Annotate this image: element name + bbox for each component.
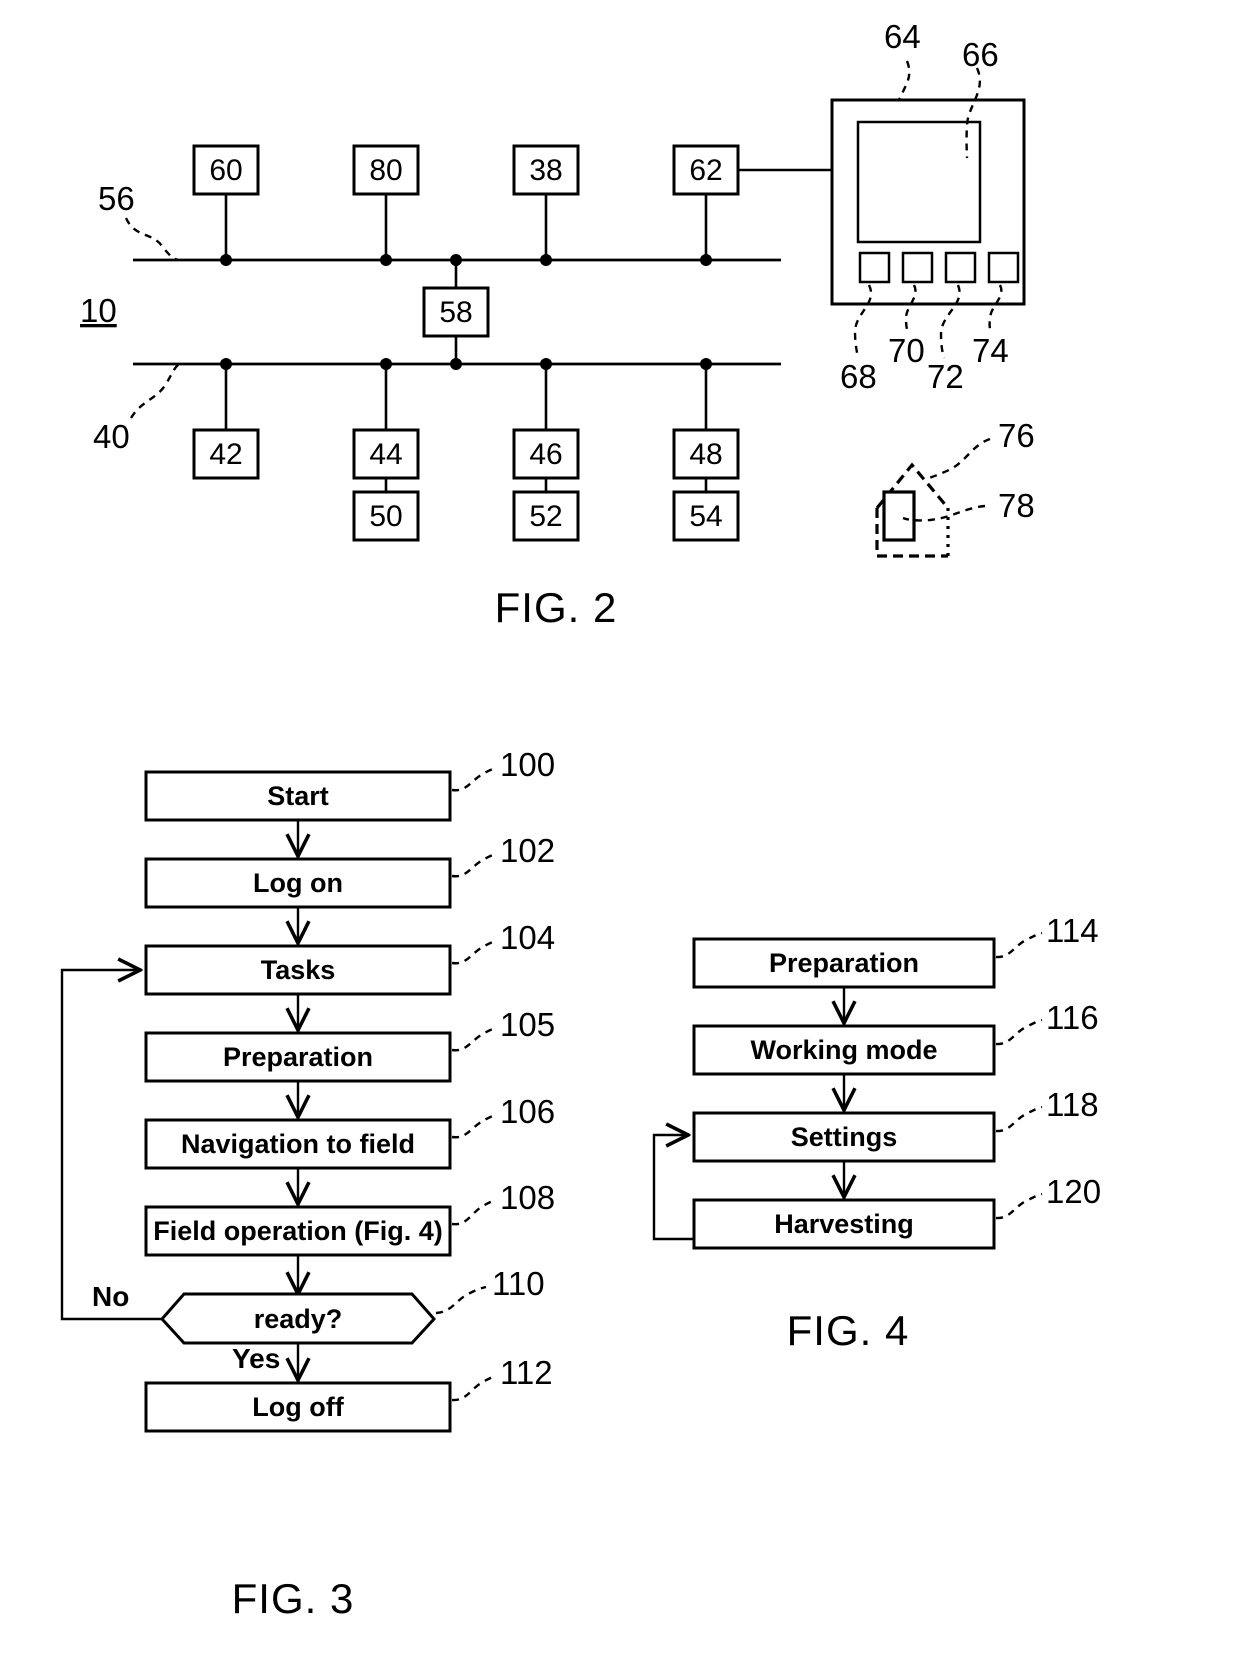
- fig3-branch-yes-label: Yes: [232, 1343, 280, 1374]
- fig3-ref-108: 108: [500, 1179, 555, 1216]
- fig2-node-42-label: 42: [209, 438, 242, 471]
- leader-110: [435, 1285, 487, 1315]
- fig2-system-ref: 10: [80, 292, 117, 329]
- fig4-ref-120: 120: [1046, 1173, 1101, 1210]
- fig3-step-start-label: Start: [267, 781, 329, 811]
- fig3-ref-100: 100: [500, 746, 555, 783]
- fig3-step-logoff-label: Log off: [252, 1392, 344, 1422]
- figure-3-caption: FIG. 3: [232, 1575, 355, 1622]
- figure-3-group: Start 100 Log on 102 Tasks 104 Preparati…: [60, 746, 555, 1622]
- leader-56: [124, 217, 179, 262]
- fig2-node-44: 44 50: [352, 358, 420, 542]
- fig2-node-52-label: 52: [529, 500, 562, 533]
- leader-108: [451, 1198, 497, 1226]
- fig2-terminal-ref: 64: [884, 18, 921, 55]
- figure-4-caption: FIG. 4: [787, 1307, 910, 1354]
- fig2-node-50-label: 50: [369, 500, 402, 533]
- fig3-branch-no-label: No: [92, 1281, 129, 1312]
- figure-2-caption: FIG. 2: [495, 584, 618, 631]
- leader-104: [451, 939, 497, 965]
- fig2-screen-ref: 66: [962, 36, 999, 73]
- fig4-ref-118: 118: [1046, 1086, 1099, 1123]
- figure-2-group: 60 80 38 62 58 42 44 50 46 52 48 54 56 4…: [80, 18, 1035, 631]
- leader-114: [995, 931, 1043, 959]
- leader-64: [897, 60, 911, 102]
- leader-100: [451, 766, 497, 792]
- fig4-step-settings-label: Settings: [791, 1122, 898, 1152]
- fig3-step-tasks-label: Tasks: [261, 955, 336, 985]
- fig2-button-72-ref: 72: [927, 358, 964, 395]
- fig3-ref-110: 110: [492, 1265, 545, 1302]
- fig2-node-60: 60: [192, 144, 260, 266]
- fig2-button-74-ref: 74: [972, 332, 1009, 369]
- fig2-node-38: 38: [512, 144, 580, 266]
- leader-102: [451, 852, 497, 878]
- fig2-node-38-label: 38: [529, 154, 562, 187]
- fig4-ref-116: 116: [1046, 999, 1099, 1036]
- fig4-step-workingmode-label: Working mode: [750, 1035, 937, 1065]
- fig3-step-fieldoperation-label: Field operation (Fig. 4): [153, 1216, 443, 1246]
- fig3-step-preparation-label: Preparation: [223, 1042, 373, 1072]
- fig2-button-70-ref: 70: [888, 332, 925, 369]
- fig2-node-62: 62: [672, 144, 832, 266]
- fig2-building-ref: 76: [998, 417, 1035, 454]
- fig2-node-60-label: 60: [209, 154, 242, 187]
- farm-door: [882, 490, 916, 542]
- terminal-button-74[interactable]: [987, 251, 1020, 284]
- fig2-node-42: 42: [192, 358, 260, 480]
- terminal-button-72[interactable]: [944, 251, 977, 284]
- fig3-ref-102: 102: [500, 832, 555, 869]
- patent-drawing-sheet: 60 80 38 62 58 42 44 50 46 52 48 54 56 4…: [0, 0, 1240, 1663]
- fig2-terminal-unit: [830, 98, 1026, 306]
- figure-4-group: Preparation 114 Working mode 116 Setting…: [652, 912, 1101, 1354]
- fig2-node-62-label: 62: [689, 154, 722, 187]
- fig3-ref-112: 112: [500, 1354, 553, 1391]
- terminal-button-70[interactable]: [901, 251, 934, 284]
- leader-76: [925, 437, 991, 481]
- fig2-node-80: 80: [352, 144, 420, 266]
- fig2-farm-building-icon: [875, 462, 950, 558]
- fig2-lower-bus-ref: 40: [93, 418, 130, 455]
- fig3-decision-ready-label: ready?: [254, 1304, 343, 1334]
- fig2-node-46-label: 46: [529, 438, 562, 471]
- leader-106: [451, 1113, 497, 1139]
- fig3-step-logon-label: Log on: [253, 868, 343, 898]
- fig2-upper-bus-ref: 56: [98, 180, 135, 217]
- leader-112: [451, 1374, 497, 1402]
- leader-116: [995, 1018, 1043, 1046]
- fig4-step-preparation-label: Preparation: [769, 948, 919, 978]
- fig2-node-80-label: 80: [369, 154, 402, 187]
- fig2-button-68-ref: 68: [840, 358, 877, 395]
- fig4-ref-114: 114: [1046, 912, 1099, 949]
- fig3-step-navigation-label: Navigation to field: [181, 1129, 415, 1159]
- fig3-ref-106: 106: [500, 1093, 555, 1130]
- terminal-button-68[interactable]: [858, 251, 891, 284]
- leader-118: [995, 1105, 1043, 1133]
- terminal-screen: [856, 120, 982, 244]
- fig2-gateway-58-label: 58: [439, 296, 472, 329]
- leader-120: [995, 1192, 1043, 1220]
- fig2-node-54-label: 54: [689, 500, 722, 533]
- fig3-ref-104: 104: [500, 919, 555, 956]
- fig3-ref-105: 105: [500, 1006, 555, 1043]
- fig2-node-46: 46 52: [512, 358, 580, 542]
- fig2-node-44-label: 44: [369, 438, 402, 471]
- fig2-node-48-label: 48: [689, 438, 722, 471]
- leader-40: [129, 363, 180, 419]
- fig2-door-ref: 78: [998, 487, 1035, 524]
- fig2-gateway-58: 58: [422, 254, 490, 370]
- fig4-feedback-loop: [652, 1135, 694, 1241]
- fig4-step-harvesting-label: Harvesting: [774, 1209, 914, 1239]
- fig2-node-48: 48 54: [672, 358, 740, 542]
- leader-105: [451, 1026, 497, 1052]
